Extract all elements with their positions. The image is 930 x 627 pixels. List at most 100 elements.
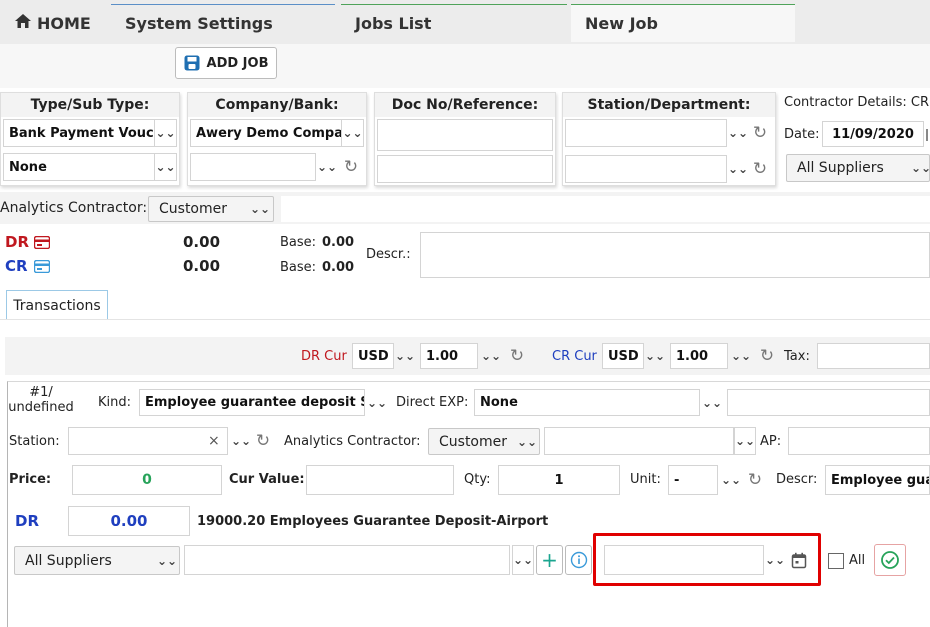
unit-select[interactable]: -	[668, 465, 718, 495]
company-select[interactable]: Awery Demo Compan	[190, 119, 342, 147]
tab-transactions[interactable]: Transactions	[6, 290, 108, 320]
refresh-icon[interactable]: ↻	[756, 343, 778, 369]
refresh-icon[interactable]: ↻	[744, 465, 766, 495]
tax-label: Tax:	[784, 348, 810, 364]
chevron-down-icon[interactable]: ⌄⌄	[230, 427, 252, 455]
contractor-details-label: Contractor Details: CR	[784, 94, 930, 110]
tax-input[interactable]	[817, 343, 930, 369]
dr-cur-select[interactable]: USD	[352, 343, 394, 369]
line-analytics-input[interactable]	[544, 427, 734, 455]
tab-new-job[interactable]: New Job	[571, 4, 795, 42]
tab-divider	[0, 319, 930, 320]
kind-select[interactable]: Employee guarantee deposit Sha	[139, 389, 365, 416]
tab-jobs-list[interactable]: Jobs List	[341, 4, 567, 42]
dr-cur-label: DR Cur	[301, 348, 347, 364]
chevron-down-icon[interactable]: ⌄⌄	[727, 155, 749, 183]
clear-icon[interactable]: ×	[208, 431, 224, 451]
info-icon	[570, 551, 588, 569]
docno-header: Doc No/Reference:	[375, 93, 555, 117]
station-label: Station:	[9, 433, 60, 449]
reference-input[interactable]	[377, 155, 553, 183]
dr-base-value: 0.00	[322, 234, 355, 250]
unit-label: Unit:	[630, 471, 661, 487]
account-text: 19000.20 Employees Guarantee Deposit-Air…	[197, 513, 549, 529]
chevron-down-icon[interactable]: ⌄⌄	[911, 154, 930, 182]
qty-input[interactable]: 1	[498, 465, 620, 495]
line-number: #1/undefined	[8, 385, 74, 415]
price-input[interactable]: 0	[72, 465, 222, 495]
chevron-down-icon: ⌄⌄	[156, 553, 178, 568]
chevron-down-icon[interactable]: ⌄⌄	[730, 343, 752, 369]
line-dr-value-input[interactable]: 0.00	[68, 506, 190, 536]
qty-label: Qty:	[464, 471, 491, 487]
cr-card-icon	[33, 259, 51, 277]
line-descr-label: Descr:	[776, 471, 818, 487]
cr-cur-select[interactable]: USD	[602, 343, 644, 369]
descr-input[interactable]	[420, 232, 930, 278]
type-header: Type/Sub Type:	[1, 93, 179, 117]
cr-base-label: Base:	[280, 259, 317, 275]
refresh-icon[interactable]: ↻	[252, 427, 274, 455]
cr-label: CR	[5, 257, 28, 275]
info-button[interactable]	[565, 545, 592, 575]
add-supplier-button[interactable]: +	[536, 545, 563, 575]
tab-system-settings[interactable]: System Settings	[111, 4, 335, 42]
refresh-icon[interactable]: ↻	[340, 153, 362, 181]
refresh-icon[interactable]: ↻	[506, 343, 528, 369]
chevron-down-icon: ⌄⌄	[516, 434, 538, 449]
plus-icon: +	[541, 548, 558, 572]
chevron-down-icon[interactable]: ⌄⌄	[155, 153, 177, 181]
transaction-line	[7, 381, 930, 627]
all-checkbox[interactable]	[828, 553, 844, 569]
chevron-down-icon[interactable]: ⌄⌄	[480, 343, 502, 369]
chevron-down-icon[interactable]: ⌄⌄	[727, 119, 749, 147]
home-icon	[14, 13, 32, 34]
chevron-down-icon[interactable]: ⌄⌄	[734, 427, 756, 455]
chevron-down-icon[interactable]: ⌄⌄	[512, 545, 534, 575]
ap-input[interactable]	[788, 427, 930, 455]
direct-exp-extra-input[interactable]	[727, 389, 930, 416]
dr-amount: 0.00	[183, 233, 221, 251]
line-dr-label: DR	[15, 512, 40, 530]
confirm-button[interactable]	[874, 544, 906, 576]
type-select[interactable]: Bank Payment Vouch	[3, 119, 155, 147]
company-header: Company/Bank:	[188, 93, 366, 117]
chevron-down-icon[interactable]: ⌄⌄	[644, 343, 666, 369]
cr-rate-input[interactable]: 1.00	[670, 343, 728, 369]
highlight-box	[593, 533, 821, 586]
line-station-input[interactable]	[68, 427, 228, 455]
date-picker-edge	[926, 129, 928, 141]
chevron-down-icon[interactable]: ⌄⌄	[342, 119, 364, 147]
cr-cur-label: CR Cur	[552, 348, 597, 364]
direct-exp-select[interactable]: None	[474, 389, 700, 416]
subtype-select[interactable]: None	[3, 153, 155, 181]
all-label: All	[849, 552, 866, 568]
date-input[interactable]: 11/09/2020	[822, 121, 924, 147]
station-select[interactable]	[565, 119, 727, 147]
chevron-down-icon[interactable]: ⌄⌄	[155, 119, 177, 147]
chevron-down-icon[interactable]: ⌄⌄	[394, 343, 416, 369]
chevron-down-icon[interactable]: ⌄⌄	[316, 153, 338, 181]
dr-rate-input[interactable]: 1.00	[420, 343, 478, 369]
chevron-down-icon[interactable]: ⌄⌄	[700, 389, 724, 416]
check-circle-icon	[880, 550, 900, 570]
tab-home[interactable]: HOME	[0, 4, 108, 42]
add-job-button[interactable]: ADD JOB	[175, 47, 277, 79]
ap-label: AP:	[760, 433, 782, 449]
refresh-icon[interactable]: ↻	[749, 155, 771, 183]
docno-input[interactable]	[377, 119, 553, 151]
bank-select[interactable]	[190, 153, 316, 181]
cur-value-label: Cur Value:	[229, 471, 305, 487]
cr-amount: 0.00	[183, 257, 221, 275]
refresh-icon[interactable]: ↻	[749, 119, 771, 147]
supplier-input[interactable]	[184, 545, 510, 575]
chevron-down-icon[interactable]: ⌄⌄	[720, 465, 742, 495]
cr-base-value: 0.00	[322, 259, 355, 275]
chevron-down-icon[interactable]: ⌄⌄	[365, 389, 389, 416]
department-select[interactable]	[565, 155, 727, 183]
line-descr-input[interactable]: Employee guar	[825, 465, 930, 495]
price-label: Price:	[9, 471, 52, 487]
save-icon	[184, 55, 200, 71]
contractor-suppliers-select[interactable]: All Suppliers	[786, 154, 930, 182]
cur-value-input[interactable]	[306, 465, 454, 495]
